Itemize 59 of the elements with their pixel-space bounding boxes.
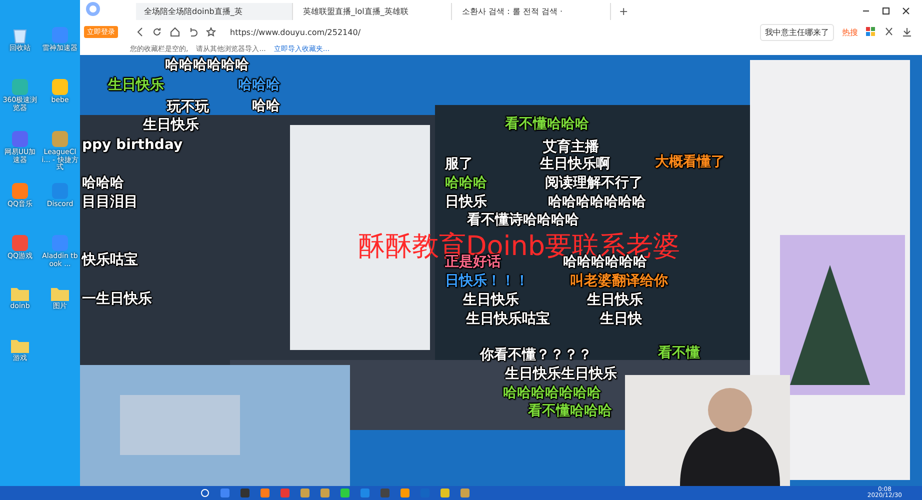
danmaku-comment: 生日快乐啊 xyxy=(540,157,610,172)
danmaku-comment: 哈哈哈哈哈哈哈 xyxy=(503,386,601,402)
danmaku-comment: 哈哈哈哈哈哈哈 xyxy=(548,195,646,210)
star-icon[interactable] xyxy=(206,27,216,37)
danmaku-comment: 看不懂 xyxy=(658,346,700,362)
danmaku-comment: 哈哈哈 xyxy=(445,176,487,192)
danmaku-comment: 看不懂哈哈哈 xyxy=(528,404,612,420)
danmaku-comment: 看不懂哈哈哈 xyxy=(505,117,589,132)
danmaku-comment: 生日快乐 xyxy=(108,78,164,94)
danmaku-comment: 阅读理解不行了 xyxy=(545,176,643,192)
back-icon[interactable] xyxy=(136,27,144,37)
danmaku-comment: 哈哈哈 xyxy=(82,176,124,192)
danmaku-comment: 生日快 xyxy=(600,312,642,328)
danmaku-comment: 生日快乐 xyxy=(587,293,643,308)
close-icon[interactable] xyxy=(902,7,910,15)
danmaku-comment: 生日快乐 xyxy=(143,118,199,134)
danmaku-comment: 艾育主播 xyxy=(543,140,599,156)
danmaku-comment: 生日快乐咕宝 xyxy=(466,312,550,328)
danmaku-comment: 哈哈哈哈哈哈 xyxy=(165,58,249,74)
danmaku-comment: 叫老婆翻译给你 xyxy=(570,274,668,290)
undo-icon[interactable] xyxy=(188,27,198,37)
app-icon[interactable] xyxy=(11,130,29,148)
app-icon[interactable] xyxy=(51,78,69,96)
search-icon[interactable] xyxy=(200,488,210,498)
download-icon[interactable] xyxy=(902,27,912,37)
danmaku-comment: 目目泪目 xyxy=(82,195,138,210)
scissors-icon[interactable] xyxy=(884,27,894,37)
maximize-icon[interactable] xyxy=(882,7,890,15)
danmaku-comment: 服了 xyxy=(445,157,473,172)
danmaku-comment: 一生日快乐 xyxy=(82,292,152,308)
refresh-icon[interactable] xyxy=(152,27,162,37)
danmaku-comment: 生日快乐 xyxy=(463,293,519,308)
danmaku-comment: 生日快乐生日快乐 xyxy=(505,367,617,382)
app-icon[interactable] xyxy=(11,78,29,96)
new-tab-button[interactable]: + xyxy=(613,4,634,18)
address-bar[interactable]: https://www.douyu.com/252140/ xyxy=(224,26,536,38)
danmaku-comment: 哈哈 xyxy=(252,99,280,114)
folder-icon[interactable] xyxy=(10,286,30,302)
search-field[interactable]: 我中意主任哪来了 xyxy=(760,24,834,40)
danmaku-comment: 日快乐 xyxy=(445,195,487,210)
hot-search-link[interactable]: 热搜 xyxy=(842,26,858,38)
folder-icon[interactable] xyxy=(50,286,70,302)
app-icon[interactable] xyxy=(11,234,29,252)
browser-tab[interactable]: 소환사 검색 : 롤 전적 검색 · xyxy=(454,2,611,20)
grid-icon[interactable] xyxy=(866,27,876,37)
app-icon[interactable] xyxy=(11,182,29,200)
danmaku-comment: 大概看懂了 xyxy=(655,155,725,170)
home-icon[interactable] xyxy=(170,27,180,37)
danmaku-comment: ppy birthday xyxy=(82,138,183,154)
folder-icon[interactable] xyxy=(10,338,30,354)
danmaku-comment: 快乐咕宝 xyxy=(82,253,138,268)
app-icon[interactable] xyxy=(51,182,69,200)
danmaku-comment: 玩不玩 xyxy=(167,100,209,116)
danmaku-comment: 你看不懂？？？？ xyxy=(480,348,592,364)
danmaku-comment: 哈哈哈 xyxy=(238,78,280,94)
browser-tab[interactable]: 英雄联盟直播_lol直播_英雄联 xyxy=(295,2,452,20)
danmaku-comment: 日快乐！！！ xyxy=(445,274,529,290)
danmaku-comment: 看不懂诗哈哈哈哈 xyxy=(467,213,579,228)
browser-tab[interactable]: 全场陪全场陪doinb直播_英 xyxy=(136,2,293,20)
